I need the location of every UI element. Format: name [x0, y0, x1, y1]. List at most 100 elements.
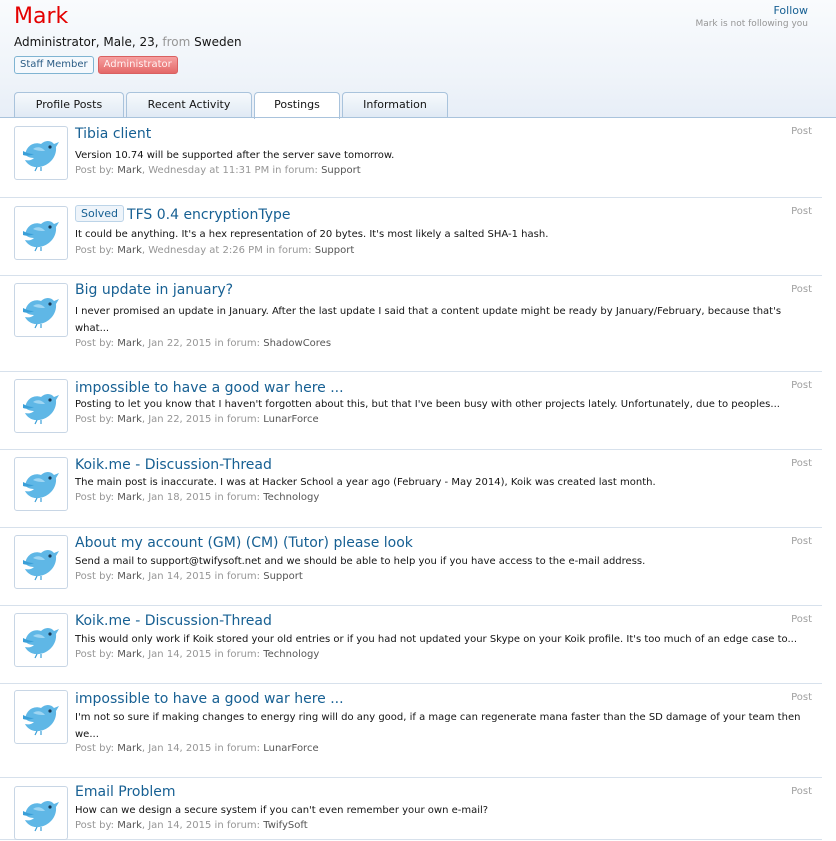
post-item: Tibia client Version 10.74 will be suppor… [0, 118, 822, 198]
post-title: Tibia client [75, 126, 151, 142]
post-title-link[interactable]: Big update in january? [75, 282, 233, 298]
post-author-link[interactable]: Mark [117, 649, 142, 660]
content-type-label: Post [791, 458, 812, 469]
in-forum-label: in forum: [266, 245, 312, 256]
forum-link[interactable]: LunarForce [263, 743, 318, 754]
post-title: Koik.me - Discussion-Thread [75, 457, 272, 473]
post-meta: Post by: Mark, Jan 14, 2015 in forum: Te… [75, 649, 320, 660]
twitter-bird-icon [23, 221, 59, 252]
user-avatar[interactable] [14, 126, 68, 180]
in-forum-label: in forum: [214, 414, 261, 425]
content-type-label: Post [791, 786, 812, 797]
in-forum-label: in forum: [214, 492, 261, 503]
profile-tabs: Profile Posts Recent Activity Postings I… [14, 92, 450, 119]
post-author-link[interactable]: Mark [117, 492, 142, 503]
post-snippet: Posting to let you know that I haven't f… [75, 399, 780, 410]
in-forum-label: in forum: [214, 743, 261, 754]
thread-prefix-badge[interactable]: Solved [75, 205, 125, 222]
staff-member-banner: Staff Member [14, 56, 94, 74]
post-item: Big update in january? I never promised a… [0, 276, 822, 372]
in-forum-label: in forum: [214, 338, 261, 349]
administrator-banner: Administrator [97, 56, 178, 74]
post-title-link[interactable]: impossible to have a good war here ... [75, 691, 344, 707]
post-author-link[interactable]: Mark [117, 571, 142, 582]
user-avatar[interactable] [14, 786, 68, 840]
forum-link[interactable]: ShadowCores [263, 338, 331, 349]
post-title: Koik.me - Discussion-Thread [75, 613, 272, 629]
by-label: Post by: [75, 571, 115, 582]
follow-link[interactable]: Follow [773, 4, 808, 17]
forum-link[interactable]: Support [263, 571, 303, 582]
tab-recent-activity[interactable]: Recent Activity [126, 92, 252, 118]
forum-link[interactable]: Support [315, 245, 355, 256]
user-avatar[interactable] [14, 613, 68, 667]
post-title: impossible to have a good war here ... [75, 691, 344, 707]
user-name: Mark [14, 4, 69, 29]
forum-link[interactable]: Technology [263, 649, 319, 660]
twitter-bird-icon [23, 705, 59, 736]
post-author-link[interactable]: Mark [117, 245, 142, 256]
post-meta: Post by: Mark, Jan 18, 2015 in forum: Te… [75, 492, 320, 503]
post-snippet: I never promised an update in January. A… [75, 306, 782, 334]
from-label: from [162, 35, 191, 49]
post-item: About my account (GM) (CM) (Tutor) pleas… [0, 528, 822, 606]
user-avatar[interactable] [14, 535, 68, 589]
user-title-gender-age: Administrator, Male, 23, [14, 35, 159, 49]
twitter-bird-icon [23, 550, 59, 581]
post-snippet: I'm not so sure if making changes to ene… [75, 712, 801, 740]
tab-postings[interactable]: Postings [254, 92, 340, 119]
in-forum-label: in forum: [214, 571, 261, 582]
post-item: impossible to have a good war here ... Po… [0, 372, 822, 450]
post-item: Solved TFS 0.4 encryptionType It could be … [0, 198, 822, 276]
twitter-bird-icon [23, 141, 59, 172]
twitter-bird-icon [23, 298, 59, 329]
profile-header: Mark Administrator, Male, 23, from Swede… [0, 0, 836, 119]
user-avatar[interactable] [14, 206, 68, 260]
post-author-link[interactable]: Mark [117, 743, 142, 754]
post-author-link[interactable]: Mark [117, 414, 142, 425]
post-date: Jan 22, 2015 [148, 338, 212, 349]
forum-link[interactable]: TwifySoft [263, 820, 307, 831]
post-snippet: Send a mail to support@twifysoft.net and… [75, 556, 646, 567]
content-type-label: Post [791, 692, 812, 703]
twitter-bird-icon [23, 801, 59, 832]
post-title: Email Problem [75, 784, 176, 800]
tab-information[interactable]: Information [342, 92, 448, 118]
user-avatar[interactable] [14, 379, 68, 433]
post-title-link[interactable]: Tibia client [75, 126, 151, 142]
content-type-label: Post [791, 614, 812, 625]
post-snippet: Version 10.74 will be supported after th… [75, 150, 395, 161]
post-snippet: The main post is inaccurate. I was at Ha… [75, 477, 656, 488]
post-title-link[interactable]: TFS 0.4 encryptionType [127, 207, 291, 223]
forum-link[interactable]: Support [321, 165, 361, 176]
user-location[interactable]: Sweden [194, 35, 241, 49]
post-snippet: This would only work if Koik stored your… [75, 634, 798, 645]
post-title-link[interactable]: impossible to have a good war here ... [75, 380, 344, 396]
post-title-link[interactable]: Email Problem [75, 784, 176, 800]
post-title-link[interactable]: About my account (GM) (CM) (Tutor) pleas… [75, 535, 413, 551]
post-title-link[interactable]: Koik.me - Discussion-Thread [75, 457, 272, 473]
post-author-link[interactable]: Mark [117, 820, 142, 831]
forum-link[interactable]: Technology [263, 492, 319, 503]
twitter-bird-icon [23, 394, 59, 425]
post-date: Jan 14, 2015 [148, 743, 212, 754]
by-label: Post by: [75, 165, 115, 176]
tab-profile-posts[interactable]: Profile Posts [14, 92, 124, 118]
in-forum-label: in forum: [214, 649, 261, 660]
forum-link[interactable]: LunarForce [263, 414, 318, 425]
post-meta: Post by: Mark, Jan 14, 2015 in forum: Su… [75, 571, 303, 582]
post-author-link[interactable]: Mark [117, 338, 142, 349]
post-snippet: It could be anything. It's a hex represe… [75, 229, 549, 240]
post-meta: Post by: Mark, Wednesday at 11:31 PM in … [75, 165, 361, 176]
post-author-link[interactable]: Mark [117, 165, 142, 176]
user-avatar[interactable] [14, 457, 68, 511]
user-info: Administrator, Male, 23, from Sweden [14, 35, 242, 49]
post-date: Wednesday at 2:26 PM [148, 245, 263, 256]
post-title: Solved TFS 0.4 encryptionType [75, 205, 291, 223]
by-label: Post by: [75, 245, 115, 256]
user-avatar[interactable] [14, 690, 68, 744]
post-title-link[interactable]: Koik.me - Discussion-Thread [75, 613, 272, 629]
twitter-bird-icon [23, 628, 59, 659]
content-type-label: Post [791, 284, 812, 295]
user-avatar[interactable] [14, 283, 68, 337]
